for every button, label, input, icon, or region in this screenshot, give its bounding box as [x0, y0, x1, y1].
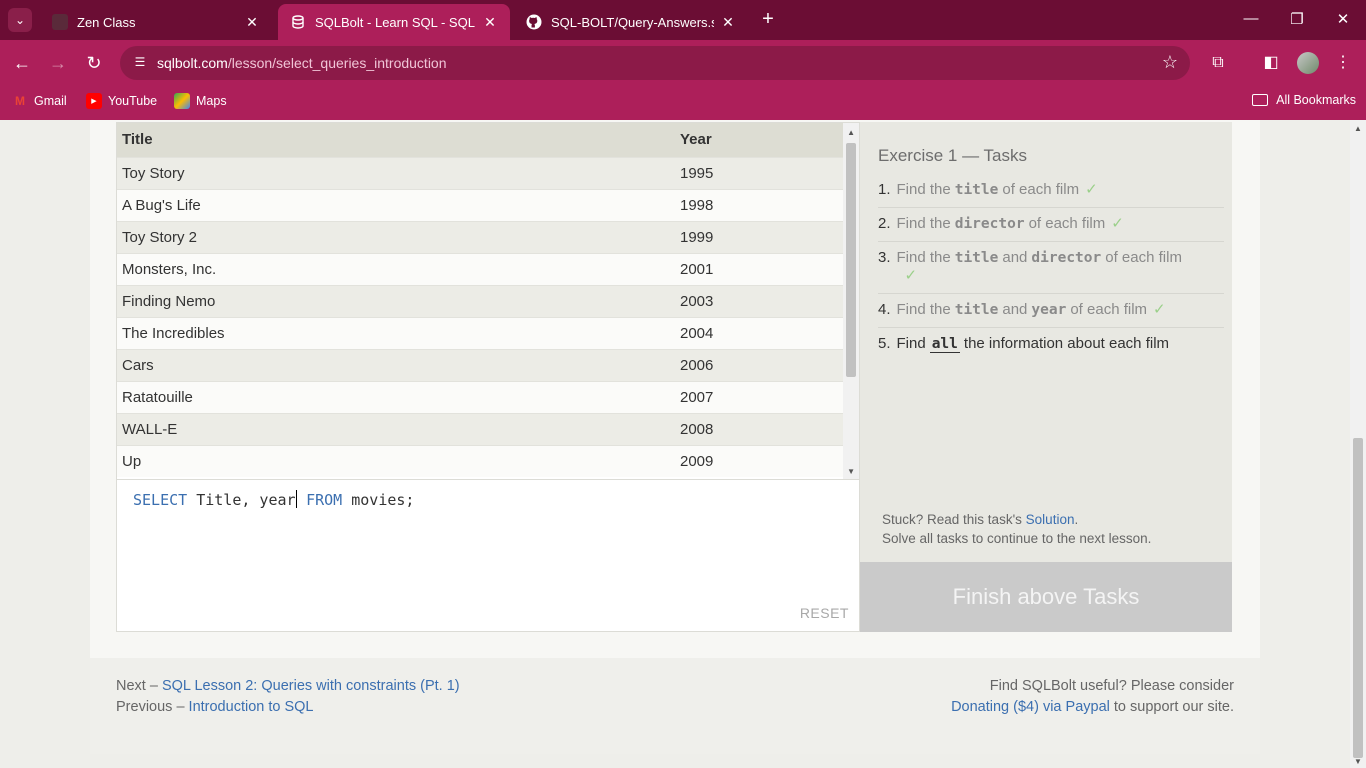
all-bookmarks[interactable]: All Bookmarks — [1252, 93, 1356, 107]
table-row: The Incredibles 2004 — [117, 316, 844, 349]
site-settings-icon[interactable]: ☰ — [132, 55, 148, 71]
lesson-content: Title Year Toy Story 1995 A Bug's Life 199… — [90, 120, 1260, 754]
table-row: Cars 2006 — [117, 348, 844, 381]
bookmark-gmail[interactable]: M Gmail — [12, 93, 67, 109]
sql-query-text[interactable]: SELECT Title, year FROM movies; — [133, 490, 414, 509]
maps-icon — [174, 93, 190, 109]
text-cursor — [295, 490, 298, 508]
reset-button[interactable]: RESET — [800, 605, 849, 621]
task-item: 1. Find the title of each film ✓ — [878, 174, 1224, 208]
checkmark-icon: ✓ — [1153, 301, 1166, 318]
restore-icon[interactable]: ❐ — [1286, 10, 1308, 30]
table-row: Toy Story 2 1999 — [117, 220, 844, 253]
close-window-icon[interactable]: ✕ — [1332, 10, 1354, 30]
table-row: Up 2009 — [117, 444, 844, 477]
tasks-heading: Exercise 1 — Tasks — [878, 146, 1027, 165]
reload-icon[interactable]: ↻ — [82, 51, 106, 75]
page-viewport: Title Year Toy Story 1995 A Bug's Life 199… — [0, 120, 1350, 768]
gmail-icon: M — [15, 94, 25, 108]
table-row: A Bug's Life 1998 — [117, 188, 844, 221]
side-panel-icon[interactable]: ◧ — [1260, 52, 1282, 74]
bookmark-star-icon[interactable]: ☆ — [1162, 52, 1178, 73]
tab-sqlbolt[interactable]: SQLBolt - Learn SQL - SQL Lesson ✕ — [278, 4, 510, 40]
tab-search-chevron-icon[interactable]: ⌄ — [8, 8, 32, 32]
new-tab-plus-icon[interactable]: + — [757, 9, 779, 31]
youtube-icon: ▶ — [86, 93, 102, 109]
tab-zen-class[interactable]: Zen Class ✕ — [40, 4, 272, 40]
page-scroll-thumb[interactable] — [1353, 438, 1363, 758]
github-icon — [526, 14, 542, 30]
solution-link[interactable]: Solution — [1026, 512, 1075, 527]
previous-lesson-link[interactable]: Introduction to SQL — [189, 699, 314, 715]
stuck-hint: Stuck? Read this task's Solution. Solve … — [882, 512, 1152, 546]
table-row: Ratatouille 2007 — [117, 380, 844, 413]
close-tab-icon[interactable]: ✕ — [482, 14, 498, 31]
bookmarks-bar: M Gmail ▶ YouTube Maps All Bookmarks — [0, 86, 1366, 120]
scroll-up-arrow-icon[interactable]: ▲ — [1354, 124, 1362, 133]
column-header-year: Year — [675, 123, 844, 157]
donation-note: Find SQLBolt useful? Please consider Don… — [951, 678, 1234, 715]
scroll-up-arrow-icon[interactable]: ▲ — [847, 128, 855, 137]
results-scroll-thumb[interactable] — [846, 143, 856, 377]
folder-icon — [1252, 94, 1269, 106]
task-item: 4. Find the title and year of each film ✓ — [878, 294, 1224, 328]
browser-menu-icon[interactable]: ⋮ — [1332, 52, 1354, 74]
close-tab-icon[interactable]: ✕ — [244, 14, 260, 31]
extensions-puzzle-icon[interactable]: ⧉ — [1207, 52, 1229, 74]
lesson-footer: Next – SQL Lesson 2: Queries with constr… — [90, 658, 1260, 754]
results-scrollbar[interactable]: ▲ ▼ — [843, 123, 859, 479]
tab-strip: ⌄ Zen Class ✕ SQLBolt - Learn SQL - SQL … — [0, 0, 1366, 40]
checkmark-icon: ✓ — [1085, 181, 1098, 198]
donate-link[interactable]: Donating ($4) via Paypal — [951, 699, 1110, 715]
close-tab-icon[interactable]: ✕ — [720, 14, 736, 31]
task-list: 1. Find the title of each film ✓ 2. Find th… — [878, 174, 1224, 361]
table-row: Toy Story 1995 — [117, 156, 844, 189]
lesson-navigation: Next – SQL Lesson 2: Queries with constr… — [116, 678, 460, 715]
profile-avatar[interactable] — [1297, 52, 1319, 74]
query-results-table: Title Year Toy Story 1995 A Bug's Life 199… — [116, 122, 860, 480]
table-row: WALL-E 2008 — [117, 412, 844, 445]
task-item: 2. Find the director of each film ✓ — [878, 208, 1224, 242]
bookmark-maps[interactable]: Maps — [174, 93, 227, 109]
checkmark-icon: ✓ — [1111, 215, 1124, 232]
sql-editor[interactable]: SELECT Title, year FROM movies; RESET — [116, 480, 860, 632]
scroll-down-arrow-icon[interactable]: ▼ — [847, 467, 855, 476]
table-row: Finding Nemo 2003 — [117, 284, 844, 317]
zen-class-icon — [52, 14, 68, 30]
database-icon — [290, 14, 306, 30]
column-header-title: Title — [117, 123, 675, 157]
task-item-current: 5. Find all the information about each fil… — [878, 335, 1170, 353]
address-bar[interactable]: ☰ sqlbolt.com/lesson/select_queries_intr… — [120, 46, 1190, 80]
scroll-down-arrow-icon[interactable]: ▼ — [1354, 757, 1362, 766]
minimize-icon[interactable]: — — [1240, 10, 1262, 30]
checkmark-icon: ✓ — [904, 267, 918, 284]
page-scrollbar[interactable]: ▲ ▼ — [1350, 120, 1366, 768]
forward-arrow-icon[interactable]: → — [46, 51, 70, 75]
bookmark-youtube[interactable]: ▶ YouTube — [86, 93, 157, 109]
tasks-panel: Exercise 1 — Tasks 1. Find the title of ea… — [860, 122, 1232, 632]
back-arrow-icon[interactable]: ← — [10, 51, 34, 75]
tab-github[interactable]: SQL-BOLT/Query-Answers.sql at ✕ — [514, 4, 748, 40]
finish-tasks-button[interactable]: Finish above Tasks — [860, 562, 1232, 632]
next-lesson-link[interactable]: SQL Lesson 2: Queries with constraints (… — [162, 678, 460, 694]
task-item: 3. Find the title and director of each film ✓ — [878, 242, 1224, 294]
table-row: Monsters, Inc. 2001 — [117, 252, 844, 285]
